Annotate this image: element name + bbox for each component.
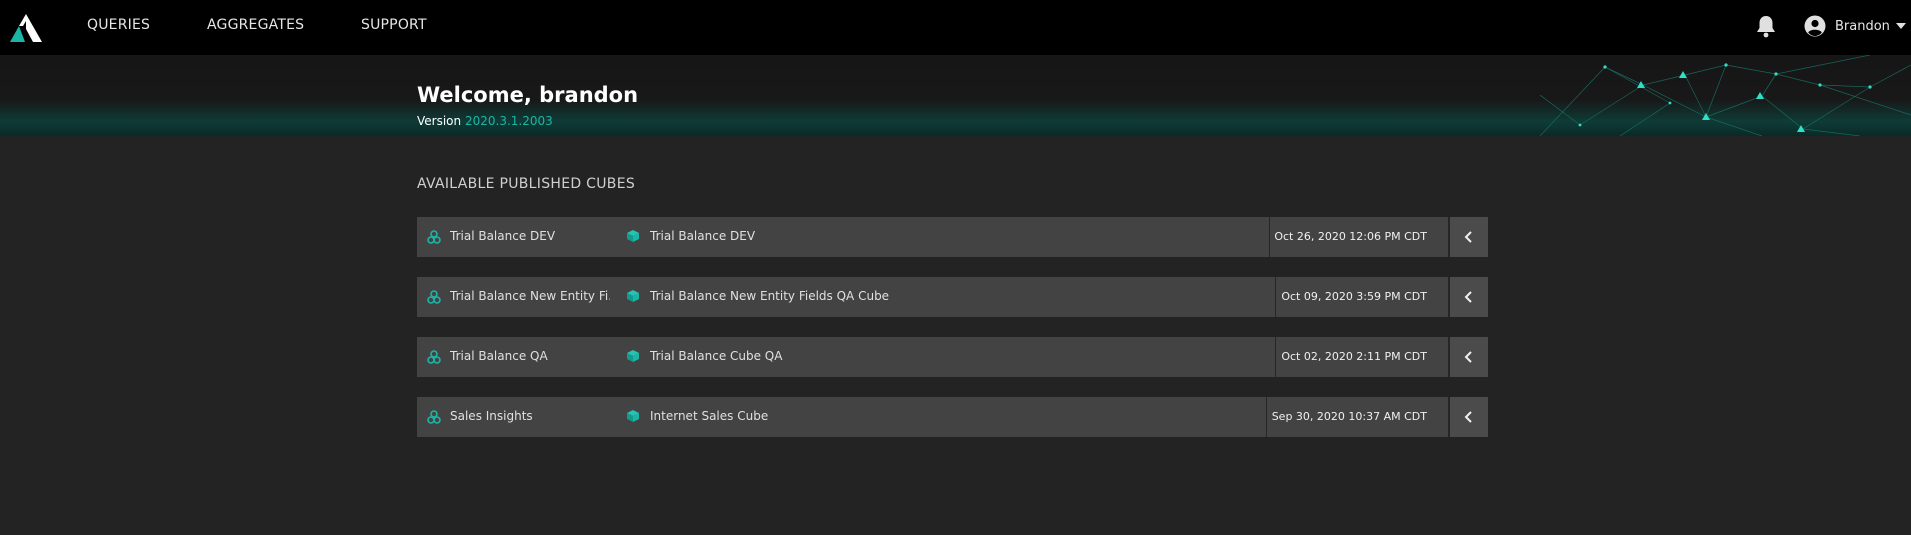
welcome-banner (0, 55, 1911, 136)
cube-icon (627, 350, 639, 362)
cube-row[interactable]: Trial Balance QA Trial Balance Cube QA O… (417, 337, 1488, 377)
user-menu[interactable]: Brandon (1804, 13, 1906, 39)
nav-support[interactable]: SUPPORT (361, 17, 427, 33)
cube-name: Trial Balance Cube QA (650, 349, 783, 363)
query-name: Trial Balance DEV (450, 229, 556, 243)
cube-icon (627, 230, 639, 242)
chevron-left-icon (1464, 351, 1472, 363)
cube-row[interactable]: Trial Balance DEV Trial Balance DEV Oct … (417, 217, 1488, 257)
query-icon (427, 410, 441, 424)
bell-icon[interactable] (1755, 14, 1777, 38)
query-icon (427, 230, 441, 244)
top-navigation-bar: QUERIES AGGREGATES SUPPORT Brandon (0, 0, 1911, 55)
expand-button[interactable] (1448, 337, 1488, 377)
cube-icon (627, 410, 639, 422)
atscale-logo-icon[interactable] (6, 12, 44, 44)
cube-date: Oct 09, 2020 3:59 PM CDT (1281, 290, 1427, 303)
cube-name: Trial Balance DEV (650, 229, 756, 243)
row-divider (1269, 217, 1270, 257)
cube-date: Oct 26, 2020 12:06 PM CDT (1274, 230, 1427, 243)
expand-button[interactable] (1448, 277, 1488, 317)
nav-queries[interactable]: QUERIES (87, 17, 150, 33)
user-name: Brandon (1835, 18, 1890, 34)
query-name: Trial Balance QA (450, 349, 548, 363)
query-name: Sales Insights (450, 409, 533, 423)
nav-aggregates[interactable]: AGGREGATES (207, 17, 304, 33)
row-divider (1275, 337, 1276, 377)
cube-row[interactable]: Trial Balance New Entity Fi... Trial Bal… (417, 277, 1488, 317)
row-divider (1275, 277, 1276, 317)
cube-date: Oct 02, 2020 2:11 PM CDT (1281, 350, 1427, 363)
version-info: Version 2020.3.1.2003 (417, 114, 553, 128)
query-name: Trial Balance New Entity Fi... (450, 289, 610, 303)
row-divider (1266, 397, 1267, 437)
chevron-left-icon (1464, 231, 1472, 243)
version-label: Version (417, 114, 462, 128)
cube-name: Trial Balance New Entity Fields QA Cube (650, 289, 890, 303)
user-circle-icon (1804, 15, 1826, 37)
version-number: 2020.3.1.2003 (464, 114, 553, 128)
query-icon (427, 290, 441, 304)
page-title: Welcome, brandon (417, 83, 639, 107)
chevron-left-icon (1464, 411, 1472, 423)
chevron-left-icon (1464, 291, 1472, 303)
cube-icon (627, 290, 639, 302)
cube-date: Sep 30, 2020 10:37 AM CDT (1271, 410, 1427, 423)
cube-name: Internet Sales Cube (650, 409, 769, 423)
chevron-down-icon (1895, 23, 1906, 29)
expand-button[interactable] (1448, 217, 1488, 257)
network-graphic (1540, 55, 1911, 136)
cube-row[interactable]: Sales Insights Internet Sales Cube Sep 3… (417, 397, 1488, 437)
expand-button[interactable] (1448, 397, 1488, 437)
query-icon (427, 350, 441, 364)
section-title: AVAILABLE PUBLISHED CUBES (417, 176, 636, 192)
